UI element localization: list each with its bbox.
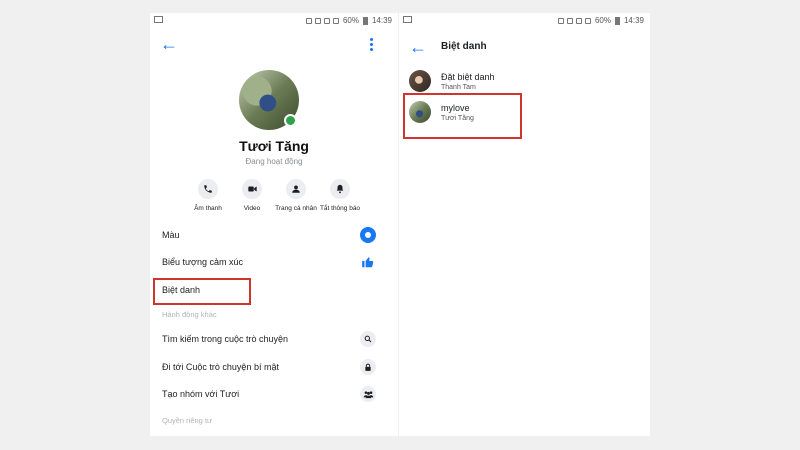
battery-icon — [614, 16, 620, 25]
clock: 14:39 — [371, 16, 392, 25]
profile-actions: Âm thanh Video Trang cá nhân Tắt thông b… — [150, 179, 398, 212]
audio-call-label: Âm thanh — [194, 205, 222, 212]
clock: 14:39 — [623, 16, 644, 25]
mute-icon — [557, 17, 564, 24]
left-phone-screen: 60% 14:39 ← Tươi Tăng Đang hoạt động Âm … — [150, 13, 398, 436]
person-icon — [286, 179, 306, 199]
wifi-icon — [566, 17, 573, 24]
bell-icon — [330, 179, 350, 199]
profile-label: Trang cá nhân — [275, 205, 317, 212]
gallery-notification-icon — [403, 16, 412, 23]
menu-item-nicknames-label: Biệt danh — [162, 285, 201, 295]
menu-item-secret-conversation[interactable]: Đi tới Cuộc trò chuyện bí mật — [150, 355, 398, 381]
other-actions-header: Hành động khác — [162, 310, 217, 319]
more-vertical-icon[interactable] — [370, 38, 374, 51]
status-bar: 60% 14:39 — [399, 13, 650, 29]
color-swatch-icon — [360, 227, 376, 243]
status-bar: 60% 14:39 — [150, 13, 398, 29]
back-arrow-icon[interactable]: ← — [160, 35, 178, 53]
video-call-label: Video — [243, 205, 261, 212]
nickname-sub: Tươi Tăng — [441, 115, 474, 122]
profile-name: Tươi Tăng — [239, 138, 309, 154]
menu-item-emoji-label: Biểu tượng cảm xúc — [162, 257, 243, 267]
status-icons — [557, 17, 591, 24]
gallery-notification-icon — [154, 16, 163, 23]
alarm-icon — [575, 17, 582, 24]
lock-icon — [360, 359, 376, 375]
video-camera-icon — [242, 179, 262, 199]
menu-item-secret-label: Đi tới Cuộc trò chuyện bí mật — [162, 362, 279, 372]
page-title: Biệt danh — [441, 41, 487, 52]
menu-item-group-label: Tạo nhóm với Tươi — [162, 389, 240, 399]
video-call-button[interactable]: Video — [230, 179, 274, 212]
menu-item-nicknames[interactable]: Biệt danh — [150, 278, 398, 304]
menu-item-create-group[interactable]: Tạo nhóm với Tươi — [150, 382, 398, 408]
thumbs-up-icon — [360, 254, 376, 270]
phone-icon — [198, 179, 218, 199]
nickname-main: mylove — [441, 103, 470, 113]
audio-call-button[interactable]: Âm thanh — [186, 179, 230, 212]
menu-item-emoji[interactable]: Biểu tượng cảm xúc — [150, 250, 398, 276]
signal-icon — [332, 17, 339, 24]
mute-icon — [305, 17, 312, 24]
menu-item-search[interactable]: Tìm kiếm trong cuộc trò chuyện — [150, 327, 398, 353]
menu-item-color-label: Màu — [162, 230, 180, 240]
profile-button[interactable]: Trang cá nhân — [274, 179, 318, 212]
avatar — [409, 70, 431, 92]
back-arrow-icon[interactable]: ← — [409, 38, 427, 56]
menu-item-search-label: Tìm kiếm trong cuộc trò chuyện — [162, 334, 289, 344]
battery-icon — [362, 16, 368, 25]
signal-icon — [584, 17, 591, 24]
wifi-icon — [314, 17, 321, 24]
right-phone-screen: 60% 14:39 ← Biệt danh Đặt biệt danh Than… — [399, 13, 650, 436]
profile-status: Đang hoạt động — [245, 157, 303, 166]
mute-notifications-label: Tắt thông báo — [319, 205, 361, 212]
menu-item-color[interactable]: Màu — [150, 223, 398, 249]
privacy-header: Quyền riêng tư — [162, 416, 213, 425]
search-icon — [360, 331, 376, 347]
nickname-sub: Thanh Tam — [441, 84, 476, 91]
alarm-icon — [323, 17, 330, 24]
status-icons — [305, 17, 339, 24]
nickname-row-2[interactable]: mylove Tươi Tăng — [399, 97, 650, 133]
battery-percent: 60% — [342, 16, 359, 25]
nickname-main: Đặt biệt danh — [441, 72, 495, 82]
mute-notifications-button[interactable]: Tắt thông báo — [318, 179, 362, 212]
group-icon — [360, 386, 376, 402]
avatar — [409, 101, 431, 123]
online-status-dot — [284, 114, 297, 127]
battery-percent: 60% — [594, 16, 611, 25]
